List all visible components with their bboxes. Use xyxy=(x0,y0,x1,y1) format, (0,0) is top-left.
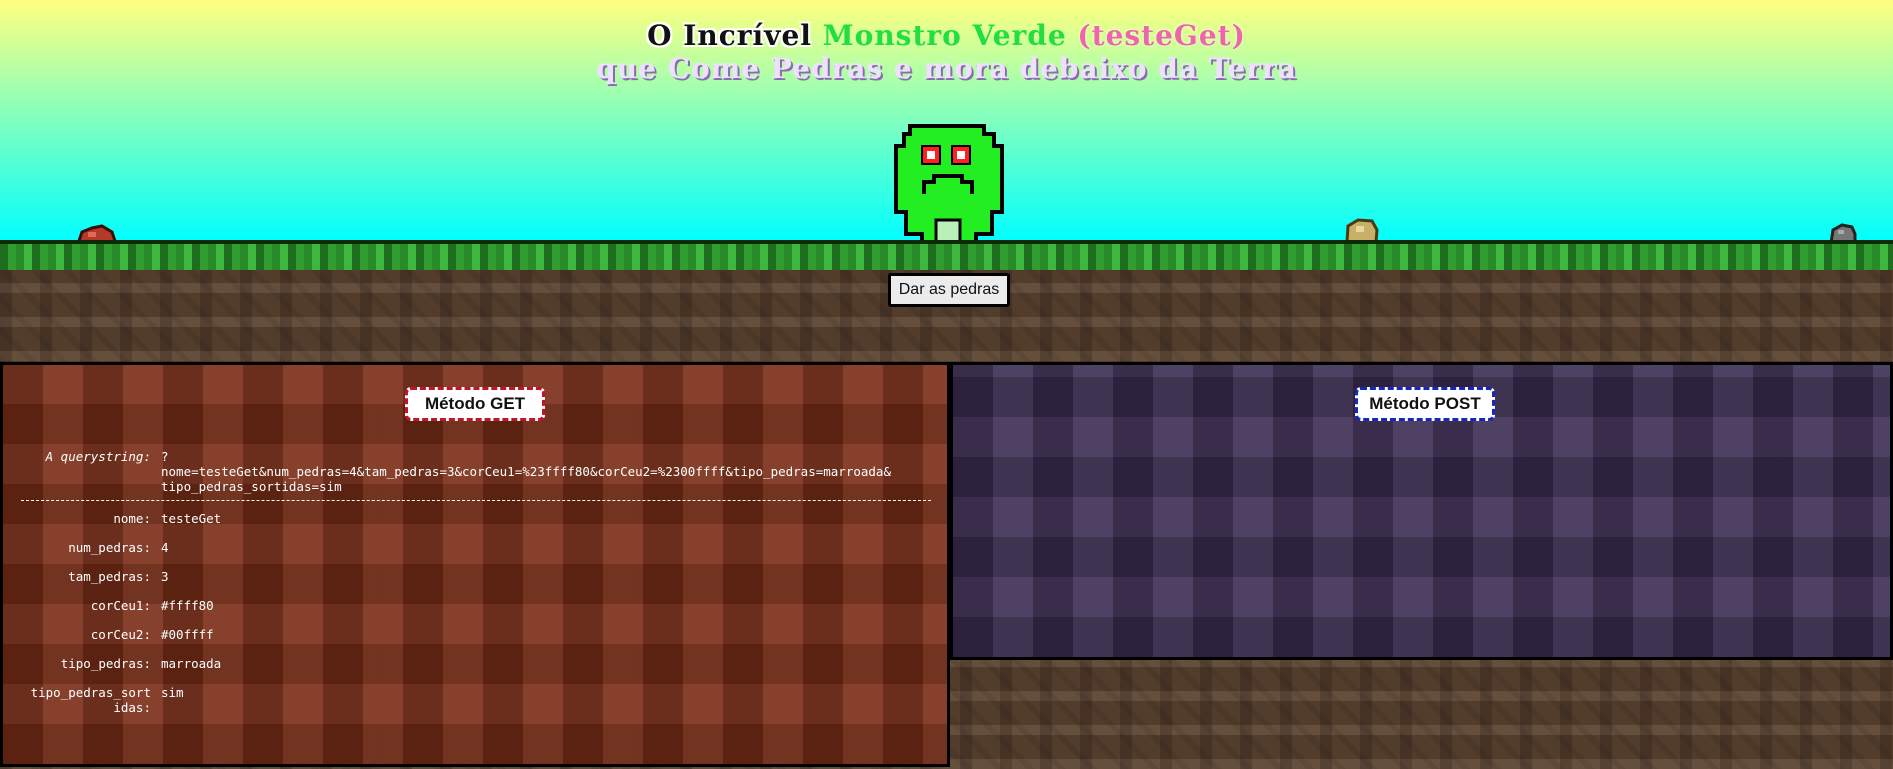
param-row: num_pedras: 4 xyxy=(21,540,931,569)
param-value: #00ffff xyxy=(161,627,214,642)
param-row: tipo_pedras: marroada xyxy=(21,656,931,685)
param-key: corCeu2: xyxy=(90,627,151,642)
param-row: nome: testeGet xyxy=(21,511,931,540)
get-params-table: A querystring: ? nome=testeGet&num_pedra… xyxy=(21,449,931,715)
querystring-value: ? nome=testeGet&num_pedras=4&tam_pedras=… xyxy=(161,449,891,494)
get-method-panel: Método GET A querystring: ? nome=testeGe… xyxy=(0,362,950,767)
param-value: 4 xyxy=(161,540,169,555)
post-method-title: Método POST xyxy=(1355,387,1495,421)
param-row: tam_pedras: 3 xyxy=(21,569,931,598)
give-stones-button[interactable]: Dar as pedras xyxy=(888,273,1010,307)
param-value: #ffff80 xyxy=(161,598,214,613)
param-value: sim xyxy=(161,685,184,700)
get-method-title: Método GET xyxy=(405,387,545,421)
param-key: num_pedras: xyxy=(68,540,151,555)
page-subtitle: que Come Pedras e mora debaixo da Terra xyxy=(596,52,1297,85)
post-method-panel: Método POST xyxy=(950,362,1893,660)
title-part-1: O Incrível xyxy=(647,19,812,52)
param-row: tipo_pedras_sort idas: sim xyxy=(21,685,931,715)
title-part-3: (testeGet) xyxy=(1077,19,1246,52)
param-key: tipo_pedras: xyxy=(60,656,151,671)
param-row: corCeu1: #ffff80 xyxy=(21,598,931,627)
divider xyxy=(21,500,931,501)
param-value: marroada xyxy=(161,656,222,671)
title-part-2: Monstro Verde xyxy=(822,19,1067,52)
param-row: corCeu2: #00ffff xyxy=(21,627,931,656)
page-title: O Incrível Monstro Verde (testeGet) que … xyxy=(0,18,1893,84)
green-monster-image xyxy=(894,124,1004,244)
param-value: testeGet xyxy=(161,511,222,526)
param-key: tipo_pedras_sort idas: xyxy=(30,685,151,715)
param-key: corCeu1: xyxy=(90,598,151,613)
param-key: tam_pedras: xyxy=(68,569,151,584)
param-key: nome: xyxy=(113,511,151,526)
querystring-row: A querystring: ? nome=testeGet&num_pedra… xyxy=(21,449,931,494)
querystring-label: A querystring: xyxy=(45,449,151,464)
param-value: 3 xyxy=(161,569,169,584)
